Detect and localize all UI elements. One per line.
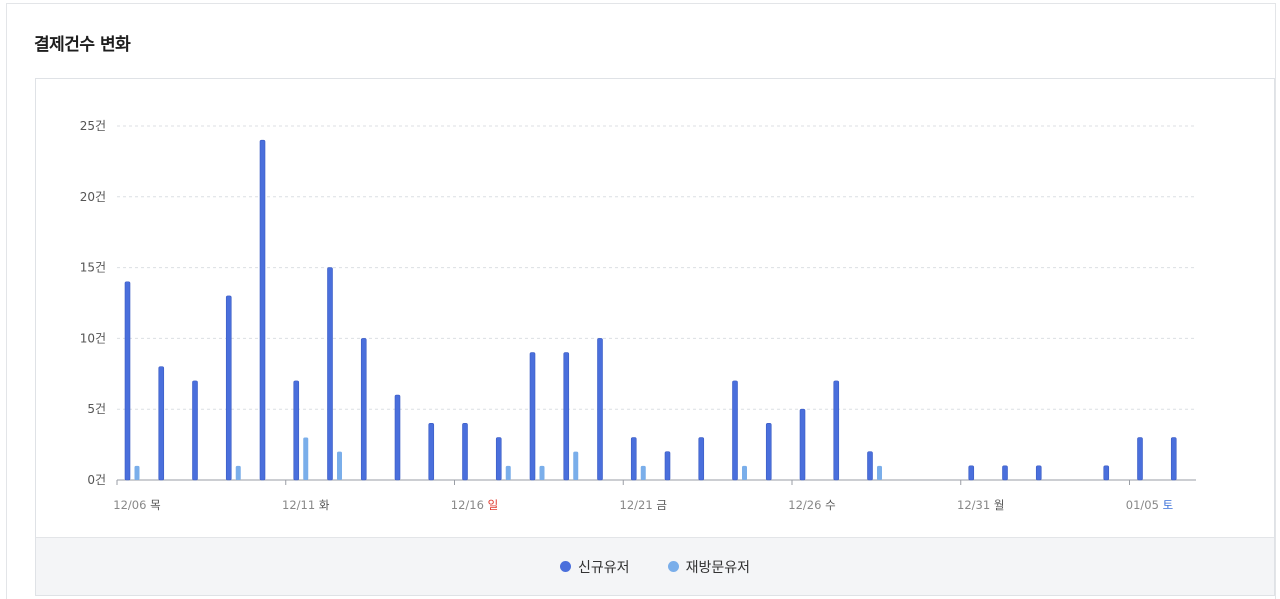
chart-container: 0건 5건 10건 15건 20건 25건 12/06 목 12/11 화 12/16 일 12/… (35, 78, 1275, 596)
x-tick-label: 12/31 월 (957, 498, 1004, 512)
bar-new-user (529, 352, 536, 481)
legend-label: 재방문유저 (685, 559, 750, 576)
bar-new-user (394, 394, 401, 481)
bar-new-user (630, 437, 637, 481)
bar-new-user (1035, 465, 1042, 481)
bar-new-user (563, 352, 570, 481)
payment-count-bar-chart: 0건 5건 10건 15건 20건 25건 12/06 목 12/11 화 12/16 일 12/… (80, 119, 1196, 512)
chart-legend: 신규유저 재방문유저 (36, 537, 1274, 595)
bar-revisit-user (505, 465, 511, 480)
bar-revisit-user (134, 465, 140, 480)
bar-new-user (833, 380, 840, 481)
bar-new-user (293, 380, 300, 481)
bar-revisit-user (877, 465, 882, 480)
bar-new-user (225, 295, 232, 481)
payment-count-card: 결제건수 변화 0건 5건 10건 15건 20건 25건 12/06 목 12/11 화 12… (6, 3, 1276, 599)
bar-new-user (664, 451, 671, 481)
bar-revisit-user (303, 437, 309, 480)
x-tick-label: 12/06 목 (113, 498, 160, 512)
bar-new-user (327, 267, 333, 481)
bar-new-user (867, 451, 873, 481)
y-tick-label: 0건 (87, 473, 106, 487)
bar-new-user (597, 338, 603, 481)
bar-revisit-user (573, 451, 579, 480)
y-tick-label: 15건 (80, 261, 106, 275)
bar-new-user (698, 437, 705, 481)
bar-new-user (1103, 465, 1110, 481)
legend-item[interactable]: 재방문유저 (667, 557, 750, 577)
bar-revisit-user (235, 465, 241, 480)
x-tick-label: 12/16 일 (451, 498, 498, 512)
legend-item[interactable]: 신규유저 (560, 557, 630, 577)
bar-new-user (968, 465, 975, 481)
bar-new-user (765, 423, 772, 481)
y-tick-label: 20건 (80, 190, 106, 204)
bar-new-user (1002, 465, 1008, 481)
x-tick-label: 12/11 화 (282, 498, 330, 512)
bar-revisit-user (337, 451, 342, 480)
bar-revisit-user (640, 465, 646, 480)
bar-new-user (259, 139, 266, 481)
bar-revisit-user (742, 465, 747, 480)
y-tick-label: 10건 (80, 331, 106, 345)
bar-new-user (428, 423, 435, 481)
bar-new-user (124, 281, 131, 481)
x-tick-label: 01/05 토 (1126, 498, 1173, 512)
bar-new-user (732, 380, 738, 481)
legend-label: 신규유저 (578, 559, 630, 576)
x-tick-label: 12/26 수 (788, 498, 835, 512)
bar-new-user (799, 408, 806, 481)
bar-new-user (192, 380, 198, 481)
bar-new-user (495, 437, 502, 481)
bar-new-user (158, 366, 165, 481)
bar-revisit-user (539, 465, 545, 480)
x-tick-label: 12/21 금 (620, 498, 667, 512)
card-title: 결제건수 변화 (34, 35, 131, 55)
y-tick-label: 5건 (87, 402, 106, 416)
bar-new-user (1170, 437, 1177, 481)
bar-new-user (360, 338, 367, 481)
bar-new-user (462, 423, 468, 481)
y-tick-label: 25건 (80, 119, 106, 133)
legend-dot-icon (667, 561, 679, 572)
legend-dot-icon (560, 561, 572, 572)
bar-new-user (1137, 437, 1143, 481)
